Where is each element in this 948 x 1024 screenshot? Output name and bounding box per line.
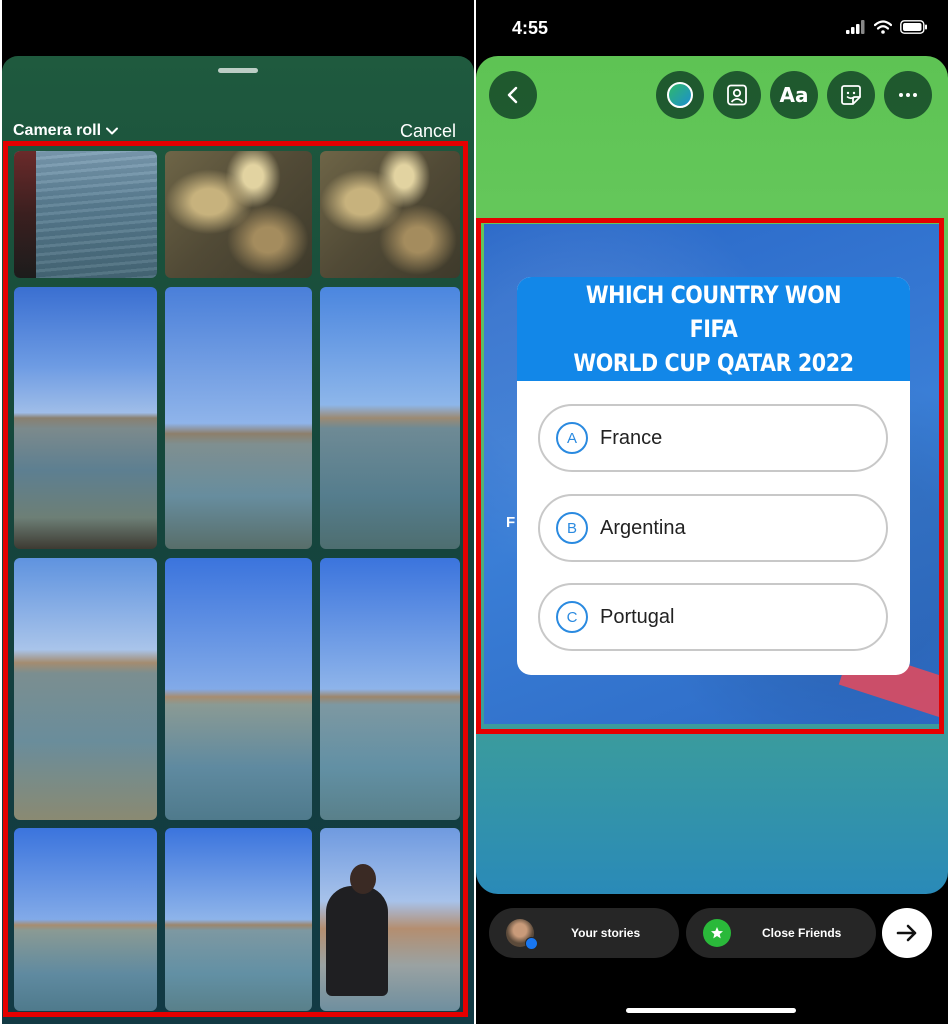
battery-icon: [900, 20, 927, 34]
next-button[interactable]: [882, 908, 932, 958]
text-icon: Aa: [779, 83, 809, 107]
person-figure: [326, 886, 388, 996]
chevron-left-icon: [507, 86, 518, 104]
camera-roll-label: Camera roll: [13, 122, 102, 139]
photo-thumbnail[interactable]: [165, 287, 312, 549]
photo-thumbnail[interactable]: [320, 151, 460, 278]
person-head: [350, 864, 376, 894]
option-letter-badge: B: [556, 512, 588, 544]
quiz-question: WHICH COUNTRY WON FIFA WORLD CUP QATAR 2…: [573, 281, 854, 377]
text-button[interactable]: Aa: [770, 71, 818, 119]
close-friends-label: Close Friends: [762, 926, 842, 940]
color-picker-button[interactable]: [656, 71, 704, 119]
quiz-header: WHICH COUNTRY WON FIFA WORLD CUP QATAR 2…: [517, 277, 910, 381]
photo-thumbnail[interactable]: [14, 558, 157, 820]
facebook-icon: [525, 937, 538, 950]
photo-thumbnail[interactable]: [14, 151, 157, 278]
photo-grid: [14, 151, 460, 1011]
close-friends-button[interactable]: Close Friends: [686, 908, 876, 958]
photo-thumbnail[interactable]: [320, 828, 460, 1011]
quiz-option-a[interactable]: A France: [538, 404, 888, 472]
status-icons: [846, 20, 928, 34]
more-icon: [899, 93, 917, 97]
quiz-sticker[interactable]: WHICH COUNTRY WON FIFA WORLD CUP QATAR 2…: [517, 277, 910, 675]
signal-icon: [846, 20, 865, 34]
photo-thumbnail[interactable]: [320, 558, 460, 820]
quiz-option-b[interactable]: B Argentina: [538, 494, 888, 562]
story-editor-screen: 4:55 Aa F WHICH COUNTRY WON FIFA WORLD C…: [476, 0, 948, 1024]
photo-thumbnail[interactable]: [165, 151, 312, 278]
status-time: 4:55: [512, 18, 549, 38]
more-button[interactable]: [884, 71, 932, 119]
sticker-icon: [841, 85, 861, 105]
photo-picker-screen: Camera roll Cancel: [2, 0, 474, 1024]
your-stories-button[interactable]: Your stories: [489, 908, 679, 958]
cancel-button[interactable]: Cancel: [400, 121, 456, 142]
wifi-icon: [874, 20, 892, 34]
quiz-option-c[interactable]: C Portugal: [538, 583, 888, 651]
option-text: Portugal: [600, 605, 675, 628]
color-picker-icon: [667, 82, 693, 108]
photo-thumbnail[interactable]: [14, 828, 157, 1011]
photo-thumbnail[interactable]: [320, 287, 460, 549]
person-figure: [14, 151, 36, 278]
option-letter-badge: A: [556, 422, 588, 454]
back-button[interactable]: [489, 71, 537, 119]
your-stories-label: Your stories: [571, 926, 641, 940]
option-text: Argentina: [600, 516, 686, 539]
home-indicator: [626, 1008, 796, 1013]
photo-thumbnail[interactable]: [14, 287, 157, 549]
photo-thumbnail[interactable]: [165, 558, 312, 820]
option-text: France: [600, 426, 663, 449]
camera-roll-dropdown[interactable]: Camera roll: [13, 122, 119, 140]
sticker-button[interactable]: [827, 71, 875, 119]
chevron-down-icon: [106, 127, 119, 135]
option-letter-badge: C: [556, 601, 588, 633]
portrait-button[interactable]: [713, 71, 761, 119]
poster-partial-text: F: [506, 514, 516, 531]
arrow-right-icon: [896, 924, 917, 942]
portrait-icon: [727, 84, 747, 106]
story-canvas[interactable]: Aa F WHICH COUNTRY WON FIFA WORLD CUP QA…: [476, 56, 948, 894]
close-friends-star-icon: [703, 919, 731, 947]
sheet-grabber[interactable]: [218, 68, 258, 73]
photo-thumbnail[interactable]: [165, 828, 312, 1011]
avatar: [506, 919, 538, 950]
